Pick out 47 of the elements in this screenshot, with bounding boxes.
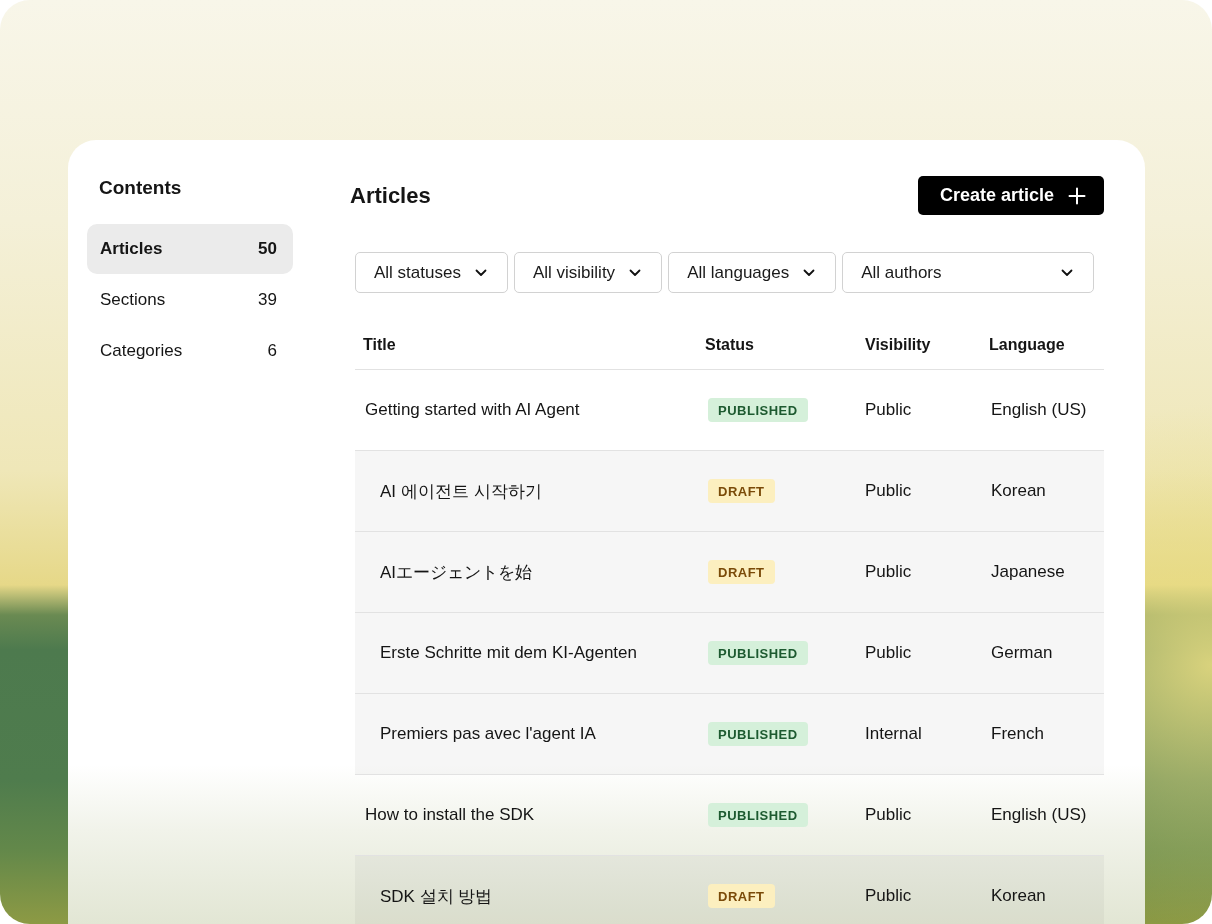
table-cell: Getting started with AI Agent: [365, 400, 580, 419]
table-cell: Public: [865, 562, 912, 581]
plus-icon: [1068, 186, 1086, 205]
status-badge: DRAFT: [708, 479, 775, 503]
column-header: Language: [989, 336, 1065, 353]
status-badge: PUBLISHED: [708, 803, 808, 827]
filter-dropdown[interactable]: All visibility: [513, 252, 663, 293]
table-cell: Public: [865, 643, 912, 662]
sidebar-item[interactable]: Articles 50: [87, 224, 293, 274]
table-cell: Public: [865, 805, 912, 824]
table-cell: Korean: [991, 481, 1046, 500]
table-cell: Public: [865, 886, 912, 905]
table-cell: Premiers pas avec l'agent IA: [380, 724, 596, 743]
table-cell: Public: [865, 400, 912, 419]
status-badge: DRAFT: [708, 884, 775, 908]
table-cell: AI 에이전트 시작하기: [380, 481, 542, 501]
filter-dropdown[interactable]: All authors: [842, 252, 1094, 293]
table-cell: German: [991, 643, 1053, 662]
table-cell: French: [991, 724, 1044, 743]
sidebar-item[interactable]: Categories 6: [87, 326, 293, 376]
column-header: Title: [363, 336, 396, 353]
chevron-down-icon: [474, 268, 487, 277]
table-cell: Erste Schritte mit dem KI-Agenten: [380, 643, 637, 662]
chevron-down-icon: [1061, 268, 1073, 277]
table-cell: Public: [865, 481, 912, 500]
create-article-button[interactable]: Create article: [917, 176, 1104, 215]
page-title: Articles: [350, 182, 431, 209]
table-cell: English (US): [991, 400, 1087, 419]
status-badge: DRAFT: [708, 560, 775, 584]
status-badge: PUBLISHED: [708, 398, 808, 422]
filter-dropdown[interactable]: All languages: [668, 252, 837, 293]
status-badge: PUBLISHED: [708, 641, 808, 665]
table-cell: AIエージェントを始: [380, 562, 533, 582]
table-cell: Korean: [991, 886, 1046, 905]
column-header: Visibility: [865, 336, 931, 353]
chevron-down-icon: [803, 268, 816, 277]
sidebar-item[interactable]: Sections 39: [87, 275, 293, 325]
table-cell: SDK 설치 방법: [380, 886, 493, 906]
filter-dropdown[interactable]: All statuses: [355, 252, 508, 293]
table-cell: Internal: [865, 724, 922, 743]
table-cell: How to install the SDK: [365, 805, 535, 824]
chevron-down-icon: [629, 268, 642, 277]
column-header: Status: [705, 336, 754, 353]
sidebar-title: Contents: [98, 176, 183, 200]
status-badge: PUBLISHED: [708, 722, 808, 746]
table-cell: Japanese: [991, 562, 1065, 581]
table-cell: English (US): [991, 805, 1087, 824]
